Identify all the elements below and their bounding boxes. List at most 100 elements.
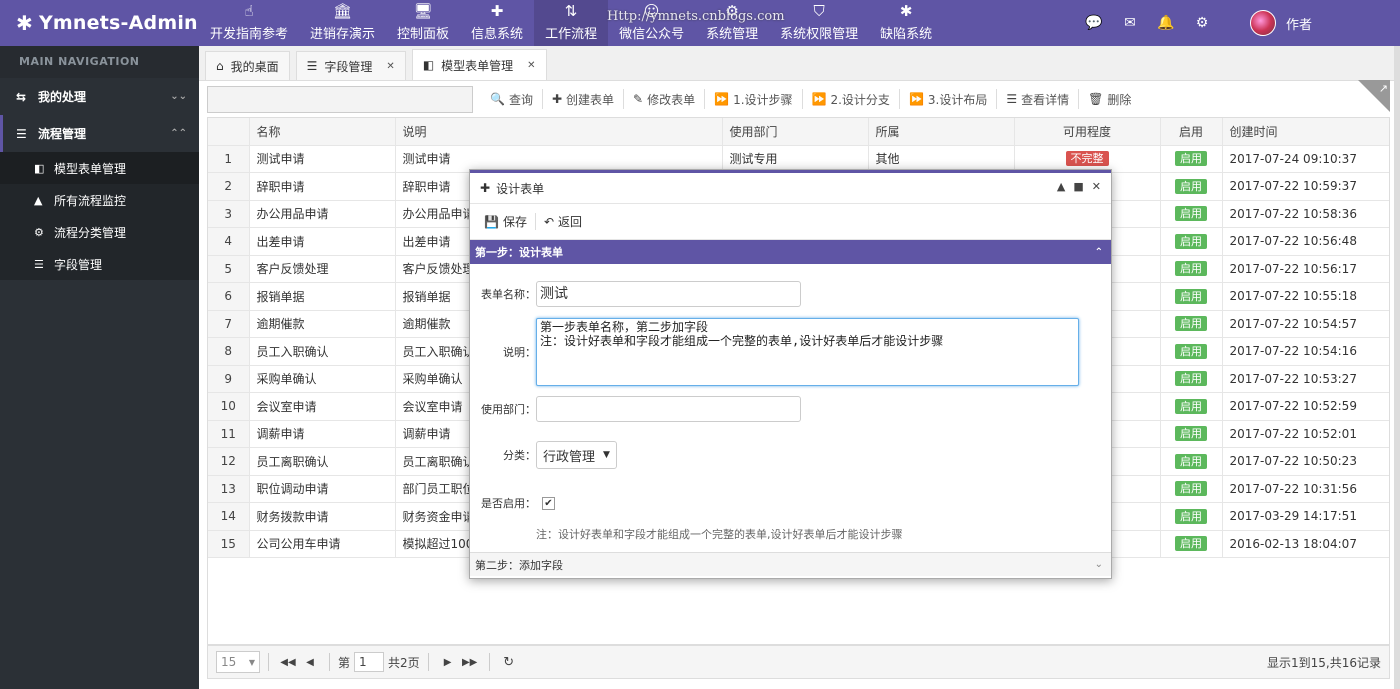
sidebar-item-flow-monitor[interactable]: ▲ 所有流程监控 bbox=[0, 184, 199, 216]
header-rownum[interactable] bbox=[208, 118, 250, 146]
form-category-label: 分类： bbox=[503, 449, 536, 462]
chevron-up-icon[interactable]: ⌃ bbox=[1095, 247, 1103, 258]
bell-icon[interactable]: 🔔 bbox=[1148, 15, 1184, 31]
back-button[interactable]: ↶ 返回 bbox=[536, 213, 590, 230]
first-page-icon[interactable]: ◀◀ bbox=[277, 657, 299, 668]
user-name[interactable]: 作者 bbox=[1286, 14, 1312, 33]
topnav-defect-system[interactable]: ✱ 缺陷系统 bbox=[869, 0, 943, 46]
form-enabled-checkbox[interactable]: ✔ bbox=[542, 496, 555, 510]
prev-page-icon[interactable]: ◀ bbox=[299, 657, 321, 668]
cell-created: 2017-07-22 10:52:01 bbox=[1222, 420, 1389, 448]
step2-title: 第二步：添加字段 bbox=[475, 558, 563, 572]
enabled-badge: 启用 bbox=[1175, 151, 1207, 167]
topnav-inventory-demo[interactable]: 🏛 进销存演示 bbox=[299, 0, 386, 46]
brand[interactable]: ✱ Ymnets-Admin bbox=[0, 0, 199, 46]
gears-icon[interactable]: ⚙ bbox=[1184, 15, 1220, 31]
header-name[interactable]: 名称 bbox=[249, 118, 396, 146]
fast-forward-icon: ⏩ bbox=[811, 92, 827, 106]
query-button[interactable]: 🔍 查询 bbox=[481, 89, 543, 109]
header-created[interactable]: 创建时间 bbox=[1222, 118, 1389, 146]
header-enabled[interactable]: 启用 bbox=[1160, 118, 1223, 146]
refresh-icon[interactable]: ↻ bbox=[498, 655, 520, 670]
save-button[interactable]: 💾 保存 bbox=[482, 213, 536, 230]
tab-field-management[interactable]: ☰ 字段管理 ✕ bbox=[295, 51, 406, 80]
maximize-icon[interactable]: ■ bbox=[1073, 180, 1083, 193]
page-label: 第 bbox=[338, 655, 351, 670]
gear-icon: ⚙ bbox=[34, 225, 44, 239]
cell-created: 2017-07-22 10:52:59 bbox=[1222, 392, 1389, 421]
topnav-workflow[interactable]: ⇅ 工作流程 bbox=[534, 0, 609, 46]
close-icon[interactable]: ✕ bbox=[527, 60, 535, 71]
mail-icon[interactable]: ✉ bbox=[1112, 15, 1148, 31]
status-badge: 不完整 bbox=[1065, 151, 1109, 167]
close-icon[interactable]: ✕ bbox=[386, 61, 394, 72]
design-layout-button[interactable]: ⏩ 3.设计布局 bbox=[900, 89, 998, 109]
map-icon: ◧ bbox=[422, 58, 435, 72]
next-page-icon[interactable]: ▶ bbox=[437, 657, 459, 668]
topnav-info-system[interactable]: ✚ 信息系统 bbox=[460, 0, 534, 46]
chevron-down-icon[interactable]: ⌄ bbox=[1095, 559, 1103, 570]
edit-form-button[interactable]: ✎ 修改表单 bbox=[624, 89, 706, 109]
cell-enabled: 启用 bbox=[1160, 282, 1223, 311]
sidebar-item-field-management[interactable]: ☰ 字段管理 bbox=[0, 248, 199, 280]
topnav-control-panel[interactable]: 🖥 控制面板 bbox=[386, 0, 460, 46]
step2-header[interactable]: 第二步：添加字段 ⌄ bbox=[470, 552, 1111, 576]
close-icon[interactable]: ✕ bbox=[1092, 180, 1101, 193]
toolbar: 🔍 查询 ✚ 创建表单 ✎ 修改表单 ⏩ 1.设计步骤 ⏩ 2.设计分支 ⏩ 3.设计布局 … bbox=[207, 85, 1140, 113]
bank-icon: 🏛 bbox=[333, 2, 353, 20]
cell-name: 测试申请 bbox=[249, 145, 396, 173]
sidebar-group-my-tasks[interactable]: ⇆ 我的处理 ⌄⌄ bbox=[0, 78, 199, 115]
shield-icon: ⛉ bbox=[813, 2, 825, 20]
form-name-label: 表单名称： bbox=[481, 288, 536, 301]
form-category-select[interactable]: 行政管理 ▼ bbox=[536, 441, 617, 469]
chat-icon[interactable]: 💬 bbox=[1076, 15, 1112, 31]
header-description[interactable]: 说明 bbox=[395, 118, 723, 146]
row-number: 4 bbox=[208, 227, 250, 256]
avatar[interactable] bbox=[1249, 10, 1276, 36]
page-scrollbar[interactable] bbox=[1394, 46, 1400, 689]
row-number: 3 bbox=[208, 200, 250, 228]
tab-desktop[interactable]: ⌂ 我的桌面 bbox=[205, 51, 290, 80]
form-desc-textarea[interactable]: 第一步表单名称，第二步加字段 注：设计好表单和字段才能组成一个完整的表单,设计好… bbox=[536, 318, 1079, 386]
topnav-dev-guide[interactable]: ☝ 开发指南参考 bbox=[199, 0, 299, 46]
row-number: 2 bbox=[208, 172, 250, 201]
enabled-badge: 启用 bbox=[1175, 536, 1207, 552]
expand-icon[interactable]: ↗ bbox=[1379, 82, 1388, 95]
form-name-input[interactable]: 测试 bbox=[536, 281, 801, 307]
cell-created: 2016-02-13 18:04:07 bbox=[1222, 530, 1389, 558]
cell-name: 会议室申请 bbox=[249, 392, 396, 421]
row-number: 15 bbox=[208, 530, 250, 558]
delete-button[interactable]: 🗑 删除 bbox=[1079, 89, 1140, 109]
cell-name: 财务拨款申请 bbox=[249, 502, 396, 531]
design-branches-button[interactable]: ⏩ 2.设计分支 bbox=[803, 89, 900, 109]
create-form-button[interactable]: ✚ 创建表单 bbox=[543, 89, 625, 109]
tab-label: 我的桌面 bbox=[230, 59, 279, 74]
tab-model-form[interactable]: ◧ 模型表单管理 ✕ bbox=[411, 49, 547, 80]
row-number: 13 bbox=[208, 475, 250, 503]
search-input[interactable] bbox=[207, 85, 473, 113]
page-number-input[interactable]: 1 bbox=[354, 652, 385, 672]
header-department[interactable]: 使用部门 bbox=[722, 118, 869, 146]
sidebar-item-model-form[interactable]: ◧ 模型表单管理 bbox=[0, 152, 199, 184]
caret-down-icon: ▼ bbox=[248, 657, 255, 667]
design-steps-button[interactable]: ⏩ 1.设计步骤 bbox=[705, 89, 803, 109]
cell-name: 报销单据 bbox=[249, 282, 396, 311]
sidebar-item-flow-category[interactable]: ⚙ 流程分类管理 bbox=[0, 216, 199, 248]
button-label: 修改表单 bbox=[647, 92, 696, 107]
step1-header[interactable]: 第一步：设计表单 ⌃ bbox=[470, 240, 1111, 264]
pencil-icon: ✎ bbox=[633, 92, 644, 106]
row-number: 9 bbox=[208, 365, 250, 393]
row-number: 7 bbox=[208, 310, 250, 338]
save-icon: 💾 bbox=[484, 214, 499, 229]
collapse-icon[interactable]: ▲ bbox=[1057, 180, 1065, 193]
form-dept-input[interactable] bbox=[536, 396, 801, 422]
trash-icon: 🗑 bbox=[1088, 92, 1104, 106]
header-owner[interactable]: 所属 bbox=[868, 118, 1015, 146]
button-label: 保存 bbox=[502, 215, 527, 229]
view-details-button[interactable]: ☰ 查看详情 bbox=[997, 89, 1080, 109]
dialog-header[interactable]: ✚ 设计表单 bbox=[470, 170, 1111, 204]
header-availability[interactable]: 可用程度 bbox=[1014, 118, 1161, 146]
page-size-select[interactable]: 15 ▼ bbox=[216, 651, 260, 673]
sidebar-group-workflow-management[interactable]: ☰ 流程管理 ⌃⌃ bbox=[0, 115, 199, 152]
last-page-icon[interactable]: ▶▶ bbox=[459, 657, 481, 668]
